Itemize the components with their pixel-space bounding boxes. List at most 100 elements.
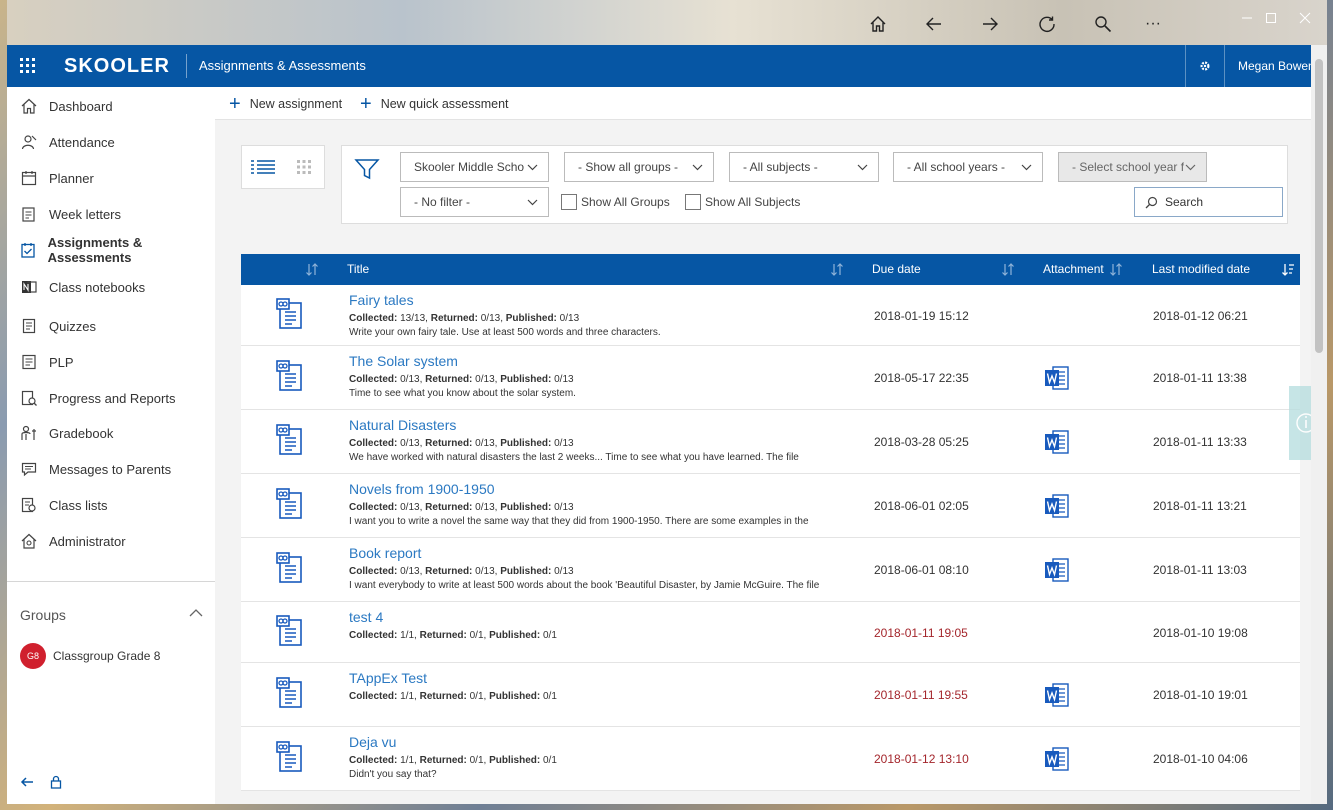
collected-value: 13/13 (400, 313, 426, 324)
close-button[interactable] (1285, 4, 1325, 32)
planner-icon (20, 169, 38, 187)
sort-icon[interactable] (1001, 263, 1015, 276)
table-row[interactable]: Book report Collected: 0/13, Returned: 0/… (241, 538, 1300, 602)
back-button[interactable] (916, 8, 952, 40)
sidebar-item-label: Class lists (49, 497, 108, 513)
reports-icon (20, 389, 38, 407)
administrator-icon (20, 532, 38, 550)
sort-icon[interactable] (830, 263, 844, 276)
table-row[interactable]: Fairy tales Collected: 13/13, Returned: 0… (241, 285, 1300, 346)
school-select[interactable]: Skooler Middle School (400, 152, 549, 182)
table-body: Fairy tales Collected: 13/13, Returned: 0… (241, 285, 1300, 791)
word-attachment-icon[interactable] (1044, 682, 1070, 708)
title-column-header[interactable]: Title (347, 254, 369, 285)
published-value: 0/13 (554, 566, 574, 577)
sort-descending-icon[interactable] (1281, 263, 1295, 276)
collected-label: Collected: (349, 502, 398, 513)
assignment-title-link[interactable]: Deja vu (349, 734, 396, 750)
new-quick-assessment-button[interactable]: + New quick assessment (360, 87, 509, 120)
word-attachment-icon[interactable] (1044, 746, 1070, 772)
show-all-subjects-checkbox[interactable]: Show All Subjects (685, 194, 800, 210)
scrollbar-thumb[interactable] (1315, 59, 1323, 353)
forward-icon (983, 17, 998, 31)
assignment-title-link[interactable]: Fairy tales (349, 292, 414, 308)
back-arrow-button[interactable] (20, 775, 34, 793)
find-button[interactable] (1085, 8, 1121, 40)
subjects-select[interactable]: - All subjects - (729, 152, 879, 182)
sidebar-item-week-letters[interactable]: Week letters (7, 197, 215, 231)
attachment-column-header[interactable]: Attachment (1043, 254, 1104, 285)
close-icon (1299, 12, 1311, 24)
table-row[interactable]: Novels from 1900-1950 Collected: 0/13, Re… (241, 474, 1300, 538)
more-button[interactable]: ··· (1135, 8, 1171, 40)
app-launcher-button[interactable] (7, 45, 49, 87)
sidebar-item-reports[interactable]: Progress and Reports (7, 381, 215, 415)
table-row[interactable]: test 4 Collected: 1/1, Returned: 0/1, Pub… (241, 602, 1300, 663)
forward-button[interactable] (972, 8, 1008, 40)
table-row[interactable]: Deja vu Collected: 1/1, Returned: 0/1, Pu… (241, 727, 1300, 791)
chevron-down-icon (527, 199, 538, 206)
assignment-title-link[interactable]: Novels from 1900-1950 (349, 481, 495, 497)
assignment-title-link[interactable]: TAppEx Test (349, 670, 427, 686)
lock-button[interactable] (50, 775, 62, 793)
table-row[interactable]: The Solar system Collected: 0/13, Returne… (241, 346, 1300, 410)
sort-icon[interactable] (305, 263, 319, 276)
grid-view-button[interactable] (283, 146, 324, 188)
vertical-scrollbar[interactable] (1311, 45, 1327, 804)
no-filter-select[interactable]: - No filter - (400, 187, 549, 217)
filter-button[interactable] (354, 156, 380, 182)
school-years-select-value: - All school years - (907, 160, 1006, 174)
list-view-button[interactable] (242, 146, 283, 188)
sidebar-item-administrator[interactable]: Administrator (7, 524, 215, 558)
sidebar-item-gradebook[interactable]: Gradebook (7, 416, 215, 450)
table-row[interactable]: Natural Disasters Collected: 0/13, Return… (241, 410, 1300, 474)
assignment-title-link[interactable]: Book report (349, 545, 421, 561)
word-attachment-icon[interactable] (1044, 557, 1070, 583)
new-assignment-button[interactable]: + New assignment (229, 87, 342, 120)
sort-icon[interactable] (1109, 263, 1123, 276)
assignment-stats: Collected: 1/1, Returned: 0/1, Published… (349, 630, 557, 641)
returned-value: 0/13 (475, 502, 495, 513)
refresh-button[interactable] (1029, 8, 1065, 40)
groups-select[interactable]: - Show all groups - (564, 152, 714, 182)
collected-value: 1/1 (400, 755, 415, 766)
sidebar-item-attendance[interactable]: Attendance (7, 125, 215, 159)
search-input[interactable]: Search (1134, 187, 1283, 217)
sidebar-item-home[interactable]: Dashboard (7, 89, 215, 123)
groups-collapse-button[interactable] (188, 605, 204, 621)
group-item[interactable]: G8 Classgroup Grade 8 (20, 643, 160, 669)
user-name[interactable]: Megan Bowen (1238, 45, 1315, 87)
collected-value: 0/13 (400, 374, 420, 385)
sidebar-item-messages[interactable]: Messages to Parents (7, 452, 215, 486)
published-value: 0/13 (554, 374, 574, 385)
school-years-select[interactable]: - All school years - (893, 152, 1043, 182)
last-modified-date: 2018-01-11 13:21 (1153, 499, 1247, 513)
assignment-title-link[interactable]: test 4 (349, 609, 383, 625)
assignment-title-link[interactable]: The Solar system (349, 353, 458, 369)
show-all-groups-checkbox[interactable]: Show All Groups (561, 194, 670, 210)
sidebar-item-onenote[interactable]: Class notebooks (7, 270, 215, 304)
last-modified-column-header[interactable]: Last modified date (1152, 254, 1250, 285)
sidebar-item-assignments[interactable]: Assignments & Assessments (7, 233, 215, 267)
last-modified-date: 2018-01-10 04:06 (1153, 752, 1248, 766)
sidebar-item-quizzes[interactable]: Quizzes (7, 309, 215, 343)
chevron-down-icon (1021, 164, 1032, 171)
sidebar-item-plp[interactable]: PLP (7, 345, 215, 379)
sidebar-item-label: Messages to Parents (49, 461, 172, 477)
chevron-up-icon (189, 609, 203, 617)
assignment-title-link[interactable]: Natural Disasters (349, 417, 456, 433)
chevron-down-icon (527, 164, 538, 171)
word-attachment-icon[interactable] (1044, 429, 1070, 455)
home-button[interactable] (860, 8, 896, 40)
table-row[interactable]: TAppEx Test Collected: 1/1, Returned: 0/1… (241, 663, 1300, 727)
brand-logo[interactable]: SKOOLER (64, 45, 170, 87)
word-attachment-icon[interactable] (1044, 365, 1070, 391)
settings-button[interactable] (1185, 45, 1225, 87)
due-date-column-header[interactable]: Due date (872, 254, 921, 285)
word-attachment-icon[interactable] (1044, 493, 1070, 519)
sidebar-item-planner[interactable]: Planner (7, 161, 215, 195)
published-value: 0/1 (542, 630, 557, 641)
info-panel-tab[interactable] (1289, 386, 1316, 460)
assignment-description: Time to see what you know about the sola… (349, 388, 576, 399)
sidebar-item-class-lists[interactable]: Class lists (7, 488, 215, 522)
